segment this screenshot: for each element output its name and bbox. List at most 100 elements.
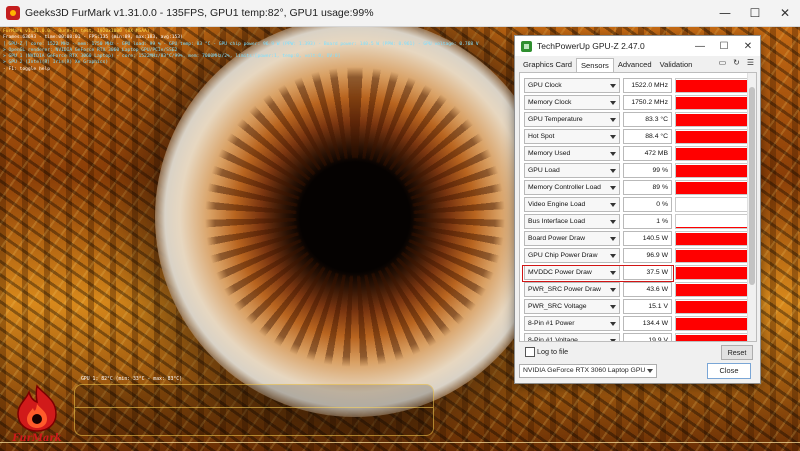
sensor-value: 472 MB [623,146,672,161]
furmark-titlebar[interactable]: Geeks3D FurMark v1.31.0.0 - 135FPS, GPU1… [0,0,800,27]
chevron-down-icon [610,152,616,156]
sensor-graph [675,282,750,297]
sensor-row: Memory Used 472 MB [524,146,750,161]
sensor-row: PWR_SRC Voltage 15.1 V [524,299,750,314]
sensor-name-dropdown[interactable]: 8-Pin #1 Voltage [524,333,620,342]
sensor-name-label: Hot Spot [528,133,555,140]
sensor-row: Hot Spot 88.4 °C [524,129,750,144]
sensor-graph [675,78,750,93]
sensor-row: Memory Controller Load 89 % [524,180,750,195]
gpuz-close-button[interactable]: ✕ [736,36,760,56]
sensor-row: 8-Pin #1 Power 134.4 W [524,316,750,331]
sensor-graph-bar [676,227,749,228]
furmark-window-controls: — ☐ ✕ [710,0,800,26]
gpu-select-value: NVIDIA GeForce RTX 3060 Laptop GPU [523,367,646,374]
sensor-graph [675,333,750,341]
sensor-value: 19.9 V [623,333,672,341]
sensor-graph-bar [676,267,749,279]
sensor-name-dropdown[interactable]: 8-Pin #1 Power [524,316,620,331]
log-to-file-label: Log to file [537,347,569,356]
furmark-window-title: Geeks3D FurMark v1.31.0.0 - 135FPS, GPU1… [25,7,374,19]
sensor-name-dropdown[interactable]: Hot Spot [524,129,620,144]
camera-icon[interactable]: ▭ [719,58,727,67]
sensor-name-dropdown[interactable]: GPU Load [524,163,620,178]
sensor-graph [675,214,750,229]
sensor-name-dropdown[interactable]: Memory Controller Load [524,180,620,195]
sensor-graph [675,112,750,127]
sensor-graph-bar [676,284,749,296]
sensors-scrollbar[interactable] [747,73,756,341]
sensor-name-dropdown[interactable]: Memory Clock [524,95,620,110]
sensor-name-dropdown[interactable]: MVDDC Power Draw [524,265,620,280]
sensor-graph [675,248,750,263]
tab-sensors[interactable]: Sensors [575,58,614,73]
sensor-graph [675,180,750,195]
chevron-down-icon [610,186,616,190]
furmark-logo: FurMark [6,384,68,448]
log-to-file-checkbox[interactable] [525,347,535,357]
sensor-value: 134.4 W [623,316,672,331]
sensor-graph-bar [676,250,749,262]
tab-validation[interactable]: Validation [656,58,697,72]
sensor-graph-bar [676,97,749,109]
sensor-row: GPU Clock 1522.0 MHz [524,78,750,93]
chevron-down-icon [610,118,616,122]
tab-advanced[interactable]: Advanced [614,58,656,72]
sensor-name-dropdown[interactable]: Board Power Draw [524,231,620,246]
sensor-value: 140.5 W [623,231,672,246]
gpu-select-dropdown[interactable]: NVIDIA GeForce RTX 3060 Laptop GPU [519,364,657,378]
chevron-down-icon [610,203,616,207]
sensor-row: GPU Chip Power Draw 96.9 W [524,248,750,263]
gpuz-tabs: Graphics Card Sensors Advanced Validatio… [519,58,697,73]
gpuz-titlebar[interactable]: TechPowerUp GPU-Z 2.47.0 — ☐ ✕ [515,36,760,56]
graph-baseline [0,442,800,443]
gpuz-bottom-bar: Log to file Reset [519,345,755,360]
sensor-name-dropdown[interactable]: PWR_SRC Voltage [524,299,620,314]
gpuz-window-title: TechPowerUp GPU-Z 2.47.0 [537,41,645,51]
gpuz-maximize-button[interactable]: ☐ [712,36,736,56]
gpuz-window-controls: — ☐ ✕ [688,36,760,56]
sensor-row: Bus Interface Load 1 % [524,214,750,229]
chevron-down-icon [610,237,616,241]
furmark-osd-text: FurMark v1.31.0.0 - Burn-in test, 1920x1… [3,29,479,73]
sensor-name-label: PWR_SRC Voltage [528,303,587,310]
sensor-graph [675,231,750,246]
sensor-name-dropdown[interactable]: GPU Chip Power Draw [524,248,620,263]
temperature-graph-line [75,407,433,408]
sensor-name-dropdown[interactable]: GPU Clock [524,78,620,93]
maximize-button[interactable]: ☐ [740,0,770,26]
sensor-graph-bar [676,335,749,341]
sensor-row: 8-Pin #1 Voltage 19.9 V [524,333,750,342]
gpuz-chip-icon [521,40,532,52]
sensor-name-dropdown[interactable]: Bus Interface Load [524,214,620,229]
furmark-app-icon [6,6,20,20]
sensor-name-label: Bus Interface Load [528,218,586,225]
reset-button[interactable]: Reset [721,345,753,360]
sensor-graph-bar [676,182,749,194]
sensors-panel: 8-Pin #1 Voltage 19.9 V 8-Pin #1 Power 134.… [519,72,757,342]
sensor-row: GPU Temperature 83.3 °C [524,112,750,127]
gpuz-minimize-button[interactable]: — [688,36,712,56]
sensor-value: 15.1 V [623,299,672,314]
sensor-graph [675,316,750,331]
sensor-name-label: 8-Pin #1 Voltage [528,337,578,342]
sensor-name-dropdown[interactable]: GPU Temperature [524,112,620,127]
chevron-down-icon [610,220,616,224]
sensors-scrollbar-thumb[interactable] [749,87,755,285]
close-button[interactable]: ✕ [770,0,800,26]
close-dialog-button[interactable]: Close [707,363,751,379]
sensor-name-dropdown[interactable]: Video Engine Load [524,197,620,212]
refresh-icon[interactable]: ↻ [733,58,740,67]
tab-graphics-card[interactable]: Graphics Card [519,58,576,72]
sensor-value: 37.5 W [623,265,672,280]
osd-line: - F1: toggle help [3,66,51,72]
sensor-name-dropdown[interactable]: PWR_SRC Power Draw [524,282,620,297]
sensor-graph [675,197,750,212]
sensor-name-label: Memory Used [528,150,571,157]
minimize-button[interactable]: — [710,0,740,26]
sensor-graph-bar [676,114,749,126]
menu-icon[interactable]: ☰ [747,58,754,67]
sensor-graph [675,129,750,144]
sensor-name-dropdown[interactable]: Memory Used [524,146,620,161]
sensor-value: 89 % [623,180,672,195]
